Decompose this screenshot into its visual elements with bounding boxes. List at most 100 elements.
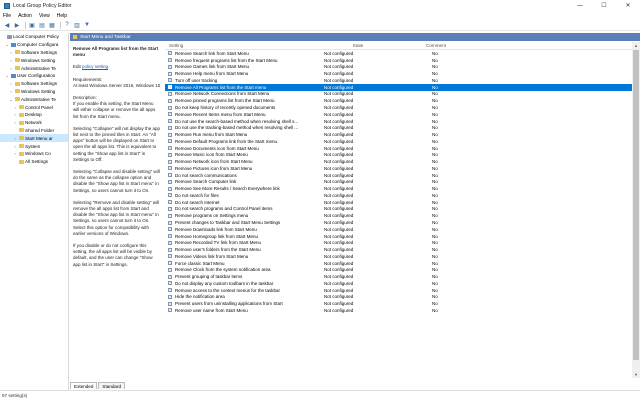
tree-item[interactable]: › Network [0,119,68,127]
table-row[interactable]: Remove access to the context menus for t… [165,287,640,294]
menu-file[interactable]: File [3,13,11,19]
maximize-button[interactable]: ☐ [592,0,616,11]
tree-item[interactable]: Local Computer Policy [0,33,68,41]
tab-standard[interactable]: Standard [98,382,126,389]
minimize-button[interactable]: — [568,0,592,11]
table-row[interactable]: Remove Network icon from Start Menu Not c… [165,158,640,165]
tree-item[interactable]: › Windows Co [0,150,68,158]
tab-extended[interactable]: Extended [70,382,98,389]
tree-item[interactable]: › Start Menu ar [0,134,68,143]
collapse-arrow-icon[interactable]: › [13,136,17,141]
table-row[interactable]: Remove Homegroup link from Start Menu Not… [165,233,640,240]
table-row[interactable]: Remove Default Programs link from the St… [165,138,640,145]
table-row[interactable]: Prevent grouping of taskbar items Not con… [165,273,640,280]
menu-action[interactable]: Action [18,13,32,19]
properties-icon[interactable]: ▥ [73,21,81,29]
tree-item[interactable]: › System [0,142,68,150]
collapse-arrow-icon[interactable]: › [9,89,13,94]
edit-policy-link[interactable]: policy setting [82,64,108,69]
tree-item[interactable]: › Administrative Te [0,64,68,72]
column-header-comment[interactable]: Comment [398,43,474,48]
scrollbar-thumb[interactable] [633,50,639,360]
menu-view[interactable]: View [39,13,50,19]
table-row[interactable]: Prevent users from uninstalling applicat… [165,300,640,307]
filter-icon[interactable]: ▼ [83,21,91,29]
table-row[interactable]: Remove Clock from the system notificatio… [165,267,640,274]
collapse-arrow-icon[interactable]: › [9,58,13,63]
help-icon[interactable]: ? [63,21,71,29]
collapse-arrow-icon[interactable]: › [9,66,13,71]
tree-item[interactable]: Shared Folder [0,127,68,135]
table-row[interactable]: Remove All Programs list from the Start … [165,83,640,91]
collapse-arrow-icon[interactable]: › [13,120,17,125]
table-row[interactable]: Remove frequent programs list from the S… [165,57,640,64]
computer-icon [10,42,16,47]
up-folder-icon[interactable]: ▣ [28,21,36,29]
tree-item-label: Windows Co [25,151,51,157]
tree-item[interactable]: › Desktop [0,111,68,119]
table-row[interactable]: Do not search programs and Control Panel… [165,206,640,213]
expand-arrow-icon[interactable]: ⌄ [5,42,9,47]
expand-arrow-icon[interactable]: ⌄ [5,73,9,78]
back-arrow-icon[interactable]: ◀ [3,21,11,29]
tree-item[interactable]: ⌄ User Configuration [0,72,68,80]
collapse-arrow-icon[interactable]: › [13,151,17,156]
column-header-setting[interactable]: Setting [165,43,318,48]
collapse-arrow-icon[interactable]: › [9,81,13,86]
table-row[interactable]: Hide the notification area Not configured… [165,294,640,301]
table-row[interactable]: Do not use the tracking-based method whe… [165,124,640,131]
table-row[interactable]: Remove See More Results / Search Everywh… [165,185,640,192]
table-row[interactable]: Remove pinned programs list from the Sta… [165,97,640,104]
table-row[interactable]: Remove Music icon from Start Menu Not con… [165,151,640,158]
tree-item[interactable]: All Settings [0,158,68,166]
table-row[interactable]: Do not use the search-based method when … [165,118,640,125]
expand-arrow-icon[interactable]: ⌄ [9,97,13,102]
table-row[interactable]: Remove Recent Items menu from Start Menu… [165,111,640,118]
table-row[interactable]: Remove user name from Start Menu Not conf… [165,307,640,314]
collapse-arrow-icon[interactable]: › [9,50,13,55]
collapse-arrow-icon[interactable]: › [13,144,17,149]
table-row[interactable]: Force classic Start Menu Not configured No [165,260,640,267]
table-row[interactable]: Remove Recorded TV link from Start Menu N… [165,239,640,246]
table-row[interactable]: Remove Search Computer link Not configure… [165,179,640,186]
tree-item[interactable]: ⌄ Administrative Te [0,95,68,103]
table-row[interactable]: Do not display any custom toolbars in th… [165,280,640,287]
table-row[interactable]: Remove Documents icon from Start Menu Not… [165,145,640,152]
table-row[interactable]: Remove Search link from Start Menu Not co… [165,50,640,57]
vertical-scrollbar[interactable]: ▲ ▼ [632,42,640,378]
export-list-icon[interactable]: ▦ [48,21,56,29]
folder-icon [14,50,20,55]
scroll-down-icon[interactable]: ▼ [632,371,640,378]
show-hide-tree-icon[interactable]: ▤ [38,21,46,29]
scroll-up-icon[interactable]: ▲ [632,42,640,49]
table-row[interactable]: Remove Videos link from Start Menu Not co… [165,253,640,260]
table-row[interactable]: Remove Pictures icon from Start Menu Not … [165,165,640,172]
table-row[interactable]: Remove programs on Settings menu Not conf… [165,212,640,219]
setting-cell: Remove Music icon from Start Menu [165,152,318,157]
tree-item[interactable]: › Control Panel [0,103,68,111]
table-row[interactable]: Do not search Internet Not configured No [165,199,640,206]
table-row[interactable]: Remove Games link from Start Menu Not con… [165,64,640,71]
setting-name: Prevent changes to Taskbar and Start Men… [175,220,281,226]
tree-item[interactable]: ⌄ Computer Configura [0,41,68,49]
table-row[interactable]: Remove Run menu from Start Menu Not confi… [165,131,640,138]
column-header-state[interactable]: State [318,43,398,48]
table-row[interactable]: Do not keep history of recently opened d… [165,104,640,111]
tree-item[interactable]: › Windows Setting [0,56,68,64]
table-row[interactable]: Prevent changes to Taskbar and Start Men… [165,219,640,226]
table-row[interactable]: Remove Downloads link from Start Menu Not… [165,226,640,233]
collapse-arrow-icon[interactable]: › [13,112,17,117]
table-row[interactable]: Remove Network Connections from Start Me… [165,91,640,98]
table-row[interactable]: Remove Help menu from Start Menu Not conf… [165,70,640,77]
menu-help[interactable]: Help [57,13,67,19]
forward-arrow-icon[interactable]: ▶ [13,21,21,29]
collapse-arrow-icon[interactable]: › [13,105,17,110]
table-row[interactable]: Do not search for files Not configured No [165,192,640,199]
tree-item[interactable]: › Software Settings [0,49,68,57]
tree-item[interactable]: › Windows Setting [0,88,68,96]
tree-item[interactable]: › Software Settings [0,80,68,88]
table-row[interactable]: Do not search communications Not configur… [165,172,640,179]
close-button[interactable]: ✕ [616,0,640,11]
table-row[interactable]: Turn off user tracking Not configured No [165,77,640,84]
table-row[interactable]: Remove user's folders from the Start Men… [165,246,640,253]
